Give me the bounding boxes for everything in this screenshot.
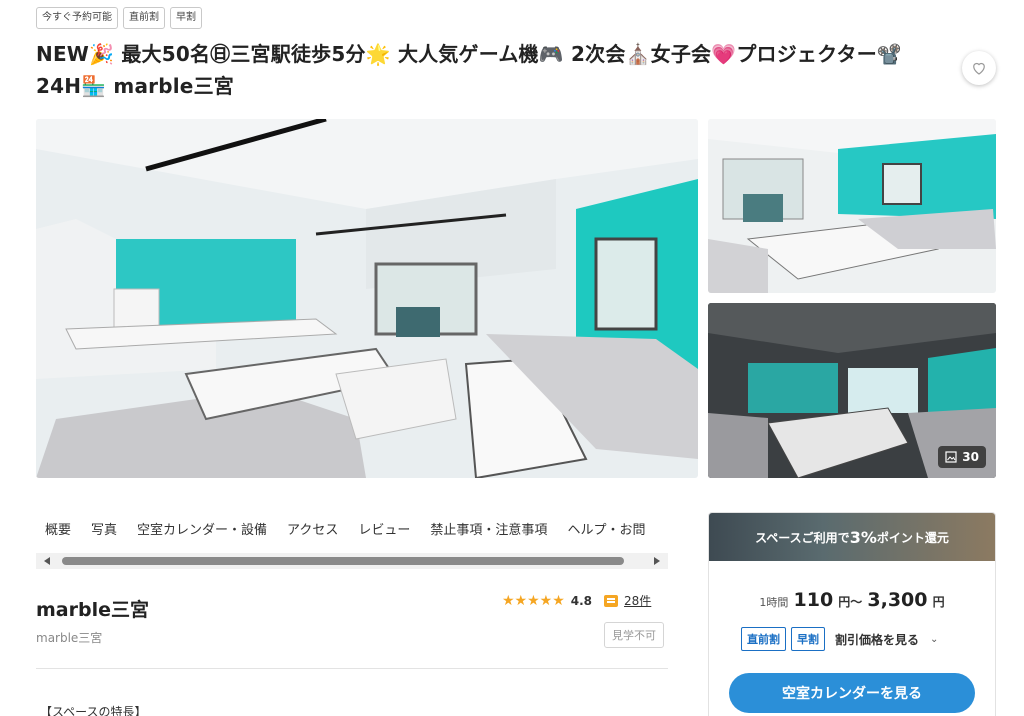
photo-count: 30 (962, 450, 979, 464)
tag-early-bird: 早割 (170, 7, 202, 29)
tag-instant-booking: 今すぐ予約可能 (36, 7, 118, 29)
scroll-thumb[interactable] (62, 557, 624, 565)
price-from: 110 (793, 589, 834, 611)
price-row: 1時間 110 円～ 3,300 円 (709, 589, 995, 611)
banner-prefix: スペースご利用で (755, 530, 850, 545)
tag-last-minute: 直前割 (123, 7, 165, 29)
price-yen: 円 (932, 595, 945, 609)
discount-badge-early-bird: 早割 (791, 627, 825, 651)
chevron-down-icon[interactable]: ⌄ (930, 634, 938, 645)
photo-count-badge[interactable]: 30 (938, 446, 986, 468)
tab-photos[interactable]: 写真 (91, 519, 117, 538)
price-unit: 1時間 (759, 596, 789, 609)
comment-icon (604, 594, 619, 607)
space-name: marble三宮 (36, 599, 149, 621)
tag-list: 今すぐ予約可能 直前割 早割 (36, 7, 202, 29)
booking-card: スペースご利用で 3% ポイント還元 1時間 110 円～ 3,300 円 直前… (708, 512, 996, 716)
visit-status-badge: 見学不可 (604, 622, 664, 648)
page-title: NEW🎉 最大50名㊐三宮駅徒歩5分🌟 大人気ゲーム機🎮 2次会⛪女子会💗プロジ… (36, 42, 903, 98)
review-count-link[interactable]: 28件 (624, 592, 651, 609)
scroll-right-icon[interactable] (654, 557, 660, 565)
feature-heading: 【スペースの特長】 (40, 705, 147, 716)
star-rating-icon: ★★★★★ (502, 592, 565, 609)
points-banner[interactable]: スペースご利用で 3% ポイント還元 (709, 513, 995, 561)
tab-access[interactable]: アクセス (287, 519, 338, 538)
section-tabs: 概要 写真 空室カレンダー・設備 アクセス レビュー 禁止事項・注意事項 ヘルプ… (36, 519, 668, 538)
rating-value: 4.8 (570, 593, 593, 608)
tabs-scrollbar[interactable] (36, 553, 668, 569)
tab-reviews[interactable]: レビュー (358, 519, 410, 538)
tab-help[interactable]: ヘルプ・お問 (567, 519, 645, 538)
tab-rules[interactable]: 禁止事項・注意事項 (430, 519, 547, 538)
gallery-photo-1[interactable] (708, 119, 996, 293)
favorite-button[interactable] (962, 51, 996, 85)
divider (36, 668, 668, 669)
gallery-photo-2[interactable]: 30 (708, 303, 996, 478)
banner-suffix: ポイント還元 (876, 530, 949, 545)
discount-badge-last-minute: 直前割 (741, 627, 786, 651)
tab-calendar[interactable]: 空室カレンダー・設備 (137, 519, 267, 538)
image-icon (945, 451, 957, 463)
price-to: 3,300 (867, 589, 928, 611)
calendar-button[interactable]: 空室カレンダーを見る (729, 673, 975, 713)
heart-icon (973, 62, 985, 75)
banner-percent: 3% (849, 527, 877, 547)
scroll-left-icon[interactable] (44, 557, 50, 565)
tab-overview[interactable]: 概要 (45, 519, 71, 538)
price-sep: 円～ (838, 595, 863, 609)
discount-row: 直前割 早割 割引価格を見る ⌄ (741, 627, 995, 651)
rating: ★★★★★ 4.8 28件 (502, 592, 651, 609)
space-subtitle: marble三宮 (36, 631, 103, 645)
main-photo[interactable] (36, 119, 698, 478)
discount-price-link[interactable]: 割引価格を見る (835, 631, 919, 648)
